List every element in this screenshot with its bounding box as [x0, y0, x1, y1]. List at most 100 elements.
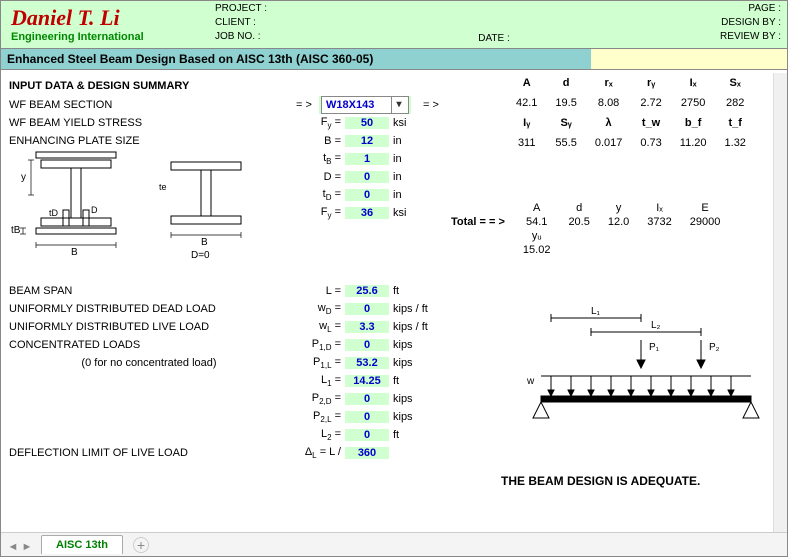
- tab-nav-next-icon[interactable]: ►: [21, 541, 33, 553]
- sym-wD: wD =: [289, 302, 345, 316]
- date-label: DATE :: [478, 33, 509, 44]
- meta-left: PROJECT : CLIENT : JOB NO. :: [211, 1, 291, 48]
- sym-B: B =: [289, 135, 345, 147]
- doc-title: Enhanced Steel Beam Design Based on AISC…: [1, 49, 591, 70]
- sym-tB: tB =: [289, 152, 345, 166]
- val-wL[interactable]: 3.3: [345, 321, 389, 333]
- val-wD[interactable]: 0: [345, 303, 389, 315]
- result-adequate: THE BEAM DESIGN IS ADEQUATE.: [501, 474, 700, 488]
- unit-B: in: [389, 135, 439, 147]
- dropdown-wrap: W18X143: [319, 96, 411, 114]
- svg-text:tD: tD: [49, 208, 59, 218]
- svg-text:D: D: [91, 205, 98, 215]
- wf-section-value: W18X143: [326, 99, 374, 111]
- sym-tD: tD =: [289, 188, 345, 202]
- arrow-eq-2: = >: [411, 99, 451, 111]
- val-P1L[interactable]: 53.2: [345, 357, 389, 369]
- val-P2L[interactable]: 0: [345, 411, 389, 423]
- unit-D: in: [389, 171, 439, 183]
- svg-text:L₁: L₁: [591, 306, 601, 317]
- unit-Fy2: ksi: [389, 207, 439, 219]
- reviewby-label: REVIEW BY :: [703, 31, 781, 45]
- unit-P2D: kips: [389, 393, 439, 405]
- wf-section-dropdown[interactable]: W18X143: [321, 96, 409, 114]
- logo-block: Daniel T. Li Engineering International: [1, 1, 211, 48]
- unit-L2: ft: [389, 429, 439, 441]
- sym-P2L: P2,L =: [289, 410, 345, 424]
- row-span: BEAM SPAN L = 25.6 ft: [9, 282, 779, 300]
- header-bar: Daniel T. Li Engineering International P…: [1, 1, 787, 49]
- sym-L: L =: [289, 285, 345, 297]
- sym-P2D: P2,D =: [289, 392, 345, 406]
- client-label: CLIENT :: [215, 17, 287, 31]
- logo-name: Daniel T. Li: [11, 5, 201, 31]
- val-Fy2[interactable]: 36: [345, 207, 389, 219]
- svg-text:B: B: [201, 237, 208, 248]
- svg-text:te: te: [159, 182, 167, 192]
- tab-nav[interactable]: ◄ ►: [7, 541, 33, 553]
- val-B[interactable]: 12: [345, 135, 389, 147]
- val-D[interactable]: 0: [345, 171, 389, 183]
- unit-tB: in: [389, 153, 439, 165]
- meta-mid: DATE :: [291, 1, 697, 48]
- sym-P1L: P1,L =: [289, 356, 345, 370]
- lbl-conc: CONCENTRATED LOADS: [9, 339, 289, 351]
- val-L[interactable]: 25.6: [345, 285, 389, 297]
- meta-right: PAGE : DESIGN BY : REVIEW BY :: [697, 1, 787, 48]
- sheet-tabs: ◄ ► AISC 13th +: [1, 532, 787, 556]
- total-block: Ad yIₓ E Total = = > 54.120.5 12.03732 2…: [441, 200, 730, 258]
- section-props: Ad rₓrᵧ IₓSₓ 42.119.5 8.082.72 2750282 I…: [506, 72, 756, 154]
- add-sheet-button[interactable]: +: [133, 537, 149, 553]
- svg-text:P₁: P₁: [649, 342, 660, 353]
- beam-load-diagram: L₁ L₂ P₁ P₂ w: [521, 306, 771, 436]
- unit-P1L: kips: [389, 357, 439, 369]
- unit-tD: in: [389, 189, 439, 201]
- val-deltaL[interactable]: 360: [345, 447, 389, 459]
- title-right-fill: [591, 49, 787, 70]
- lbl-wf-section: WF BEAM SECTION: [9, 99, 289, 111]
- sheet-tab-active[interactable]: AISC 13th: [41, 535, 123, 554]
- sym-L1: L1 =: [289, 374, 345, 388]
- sym-Fy2: Fy =: [289, 206, 345, 220]
- lbl-dead: UNIFORMLY DISTRIBUTED DEAD LOAD: [9, 303, 289, 315]
- svg-text:B: B: [71, 247, 78, 258]
- lbl-wf-yield: WF BEAM YIELD STRESS: [9, 117, 289, 129]
- section-diagram: y tB tD D B te B D=0: [11, 150, 271, 260]
- unit-fy: ksi: [389, 117, 439, 129]
- project-label: PROJECT :: [215, 3, 287, 17]
- val-fy[interactable]: 50: [345, 117, 389, 129]
- svg-text:y: y: [21, 172, 26, 183]
- unit-P1D: kips: [389, 339, 439, 351]
- svg-text:tB: tB: [11, 225, 21, 236]
- unit-P2L: kips: [389, 411, 439, 423]
- val-tB[interactable]: 1: [345, 153, 389, 165]
- svg-text:D=0: D=0: [191, 250, 210, 260]
- val-L1[interactable]: 14.25: [345, 375, 389, 387]
- svg-text:w: w: [526, 376, 535, 387]
- scrollbar-vertical[interactable]: [773, 73, 787, 532]
- total-label: Total = = >: [443, 216, 513, 228]
- designby-label: DESIGN BY :: [703, 17, 781, 31]
- sym-wL: wL =: [289, 320, 345, 334]
- val-L2[interactable]: 0: [345, 429, 389, 441]
- sym-L2: L2 =: [289, 428, 345, 442]
- sym-fy: Fy =: [289, 116, 345, 130]
- logo-subtitle: Engineering International: [11, 31, 201, 43]
- svg-text:L₂: L₂: [651, 320, 661, 331]
- sym-D: D =: [289, 171, 345, 183]
- val-P1D[interactable]: 0: [345, 339, 389, 351]
- lbl-live: UNIFORMLY DISTRIBUTED LIVE LOAD: [9, 321, 289, 333]
- tab-nav-prev-icon[interactable]: ◄: [7, 541, 19, 553]
- val-P2D[interactable]: 0: [345, 393, 389, 405]
- lbl-defl: DEFLECTION LIMIT OF LIVE LOAD: [9, 447, 289, 459]
- val-tD[interactable]: 0: [345, 189, 389, 201]
- page-label: PAGE :: [703, 3, 781, 17]
- lbl-span: BEAM SPAN: [9, 285, 289, 297]
- unit-L1: ft: [389, 375, 439, 387]
- job-label: JOB NO. :: [215, 31, 287, 45]
- arrow-eq-1: = >: [289, 99, 319, 111]
- title-bar: Enhanced Steel Beam Design Based on AISC…: [1, 49, 787, 70]
- main-area: INPUT DATA & DESIGN SUMMARY WF BEAM SECT…: [1, 70, 787, 462]
- sym-P1D: P1,D =: [289, 338, 345, 352]
- sym-deltaL: ΔL = L /: [289, 446, 345, 460]
